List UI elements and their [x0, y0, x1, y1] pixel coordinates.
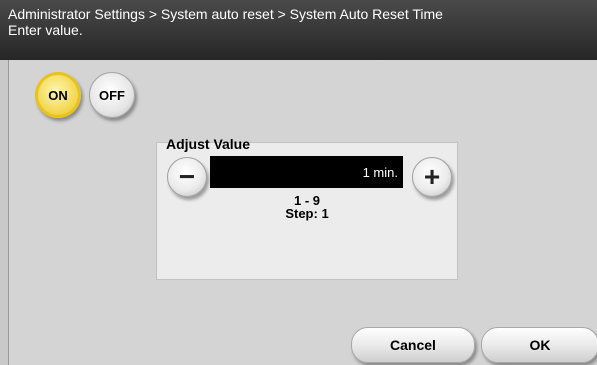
value-display: 1 min.	[210, 156, 403, 188]
plus-icon: +	[423, 161, 441, 192]
ok-button[interactable]: OK	[481, 327, 597, 363]
value-text: 1 min.	[362, 164, 398, 180]
cancel-button[interactable]: Cancel	[351, 327, 475, 363]
on-button[interactable]: ON	[35, 72, 81, 118]
step-text: Step: 1	[285, 206, 329, 221]
increment-button[interactable]: +	[412, 157, 452, 197]
breadcrumb: Administrator Settings > System auto res…	[8, 6, 443, 22]
off-button[interactable]: OFF	[89, 72, 135, 118]
adjust-value-panel: Adjust Value − 1 min. + 1 - 9 Step: 1	[156, 136, 458, 280]
panel-title: Adjust Value	[166, 136, 251, 152]
header-bar: Administrator Settings > System auto res…	[0, 0, 597, 60]
instruction-text: Enter value.	[8, 22, 83, 38]
main-area: ON OFF Adjust Value − 1 min. + 1 - 9 Ste…	[8, 60, 597, 365]
minus-icon: −	[178, 161, 196, 192]
decrement-button[interactable]: −	[167, 157, 207, 197]
